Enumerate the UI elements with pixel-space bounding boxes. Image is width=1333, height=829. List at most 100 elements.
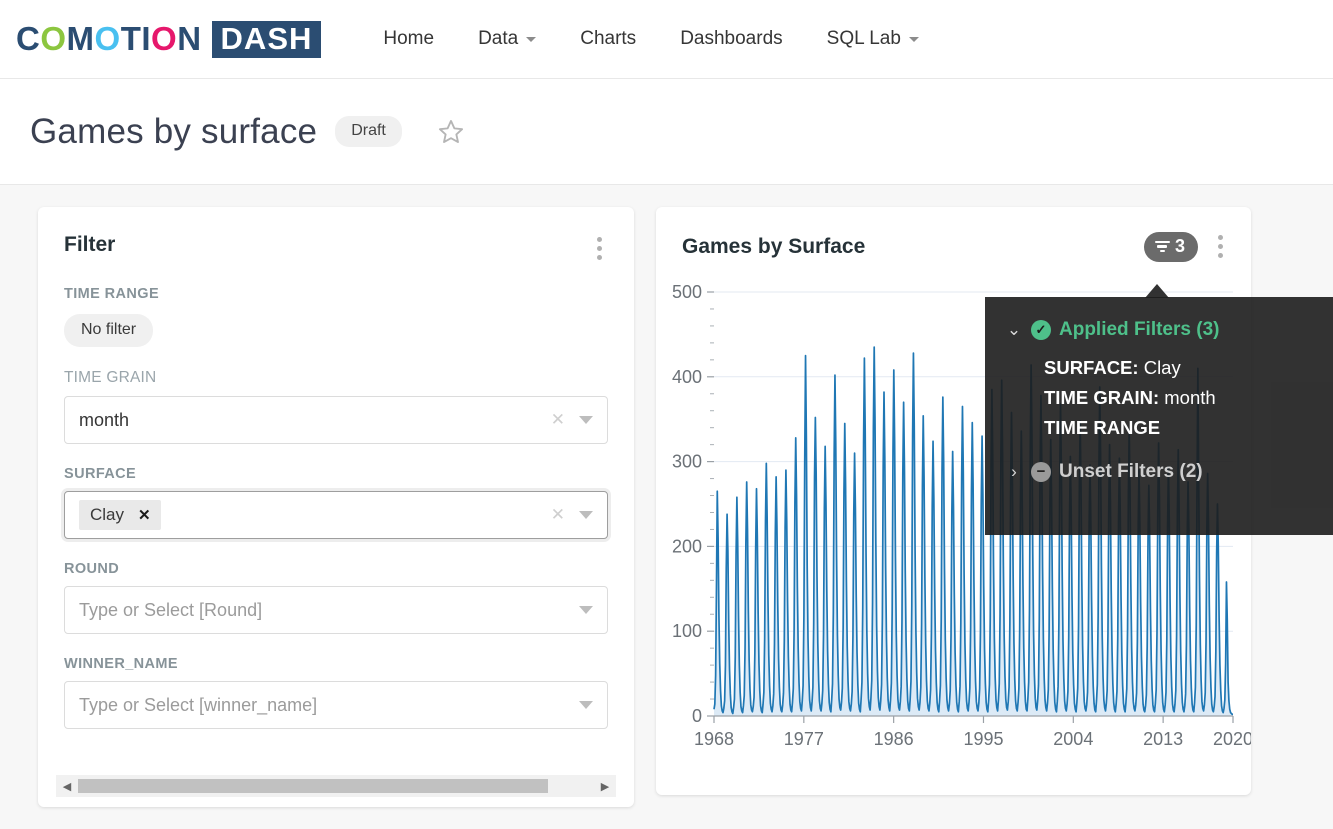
applied-filter-item: TIME RANGE (1044, 417, 1333, 439)
tooltip-arrow-icon (1145, 284, 1169, 298)
svg-text:200: 200 (672, 536, 702, 556)
nav-item-sql-lab[interactable]: SQL Lab (805, 20, 941, 58)
chevron-down-icon[interactable]: ⌄ (997, 320, 1031, 340)
nav-item-label: Home (383, 28, 435, 49)
surface-select[interactable]: Clay ✕ ✕ (64, 491, 608, 539)
top-navbar: COMOTION DASH Home Data Charts Dashboards SQ… (0, 0, 1333, 79)
remove-tag-icon[interactable]: ✕ (138, 506, 151, 524)
brand-letter-6: O (151, 20, 178, 57)
chevron-down-icon[interactable] (579, 511, 593, 519)
chart-panel-header: Games by Surface 3 (656, 207, 1251, 262)
unset-filters-row[interactable]: › − Unset Filters (2) (985, 461, 1333, 483)
time-grain-value: month (79, 409, 130, 430)
kebab-menu-icon[interactable] (591, 233, 608, 264)
applied-filter-item: TIME GRAIN: month (1044, 387, 1333, 409)
brand-letter-7: N (177, 20, 202, 57)
round-select[interactable]: Type or Select [Round] (64, 586, 608, 634)
field-winner-name: WINNER_NAME Type or Select [winner_name] (64, 656, 608, 729)
applied-filters-badge[interactable]: 3 (1143, 231, 1198, 262)
scroll-left-icon[interactable]: ◀ (56, 780, 78, 793)
brand-letter-2: M (66, 20, 95, 57)
time-range-label: TIME RANGE (64, 286, 160, 302)
svg-text:400: 400 (672, 367, 702, 387)
clear-icon[interactable]: ✕ (551, 505, 565, 525)
caret-down-icon (908, 36, 919, 42)
nav-item-dashboards[interactable]: Dashboards (658, 20, 804, 58)
brand-wordmark: COMOTION (16, 20, 202, 58)
nav-item-label: Dashboards (680, 28, 783, 49)
chart-title: Games by Surface (682, 234, 866, 258)
scrollbar-track[interactable] (78, 779, 594, 793)
field-time-grain: TIME GRAIN month ✕ (64, 369, 608, 444)
applied-filters-tooltip: ⌄ ✓ Applied Filters (3) SURFACE: Clay TIM… (985, 297, 1333, 535)
applied-filter-value: Clay (1138, 357, 1181, 378)
nav-item-label: SQL Lab (826, 28, 901, 49)
applied-filter-key: TIME RANGE (1044, 417, 1161, 438)
filter-panel-title: Filter (64, 233, 116, 256)
field-surface: SURFACE Clay ✕ ✕ (64, 466, 608, 539)
applied-filter-key: TIME GRAIN: (1044, 387, 1160, 408)
scroll-right-icon[interactable]: ▶ (594, 780, 616, 793)
status-badge: Draft (335, 116, 402, 147)
chevron-down-icon[interactable] (579, 701, 593, 709)
filter-panel-body: Filter TIME RANGE No filter TIME GRAIN m… (38, 207, 634, 767)
surface-label: SURFACE (64, 466, 137, 482)
nav-item-charts[interactable]: Charts (558, 20, 658, 58)
applied-filter-value: month (1159, 387, 1216, 408)
svg-text:1977: 1977 (784, 729, 824, 749)
surface-tag: Clay ✕ (79, 500, 161, 530)
chevron-down-icon[interactable] (579, 416, 593, 424)
nav-item-data[interactable]: Data (456, 20, 558, 58)
applied-filters-list: SURFACE: Clay TIME GRAIN: month TIME RANGE (985, 341, 1333, 439)
check-circle-icon: ✓ (1031, 320, 1051, 340)
winner-name-select[interactable]: Type or Select [winner_name] (64, 681, 608, 729)
svg-text:0: 0 (692, 706, 702, 726)
brand-letter-0: C (16, 20, 41, 57)
page-titlebar: Games by surface Draft (0, 79, 1333, 185)
scrollbar-thumb[interactable] (78, 779, 548, 793)
applied-filters-count: 3 (1174, 236, 1185, 256)
applied-filter-item: SURFACE: Clay (1044, 357, 1333, 379)
round-placeholder: Type or Select [Round] (79, 599, 263, 620)
time-range-value[interactable]: No filter (64, 314, 154, 347)
surface-tag-label: Clay (90, 505, 125, 524)
svg-text:2020: 2020 (1213, 729, 1251, 749)
star-icon[interactable] (437, 118, 465, 146)
time-grain-select[interactable]: month ✕ (64, 396, 608, 444)
winner-name-label: WINNER_NAME (64, 656, 178, 672)
svg-text:2004: 2004 (1053, 729, 1093, 749)
filter-panel-header: Filter (64, 233, 608, 264)
brand-letter-1: O (40, 20, 67, 57)
chart-header-actions: 3 (1143, 231, 1229, 262)
svg-text:100: 100 (672, 621, 702, 641)
unset-filters-label: Unset Filters (2) (1059, 461, 1203, 482)
applied-filters-row[interactable]: ⌄ ✓ Applied Filters (3) (985, 319, 1333, 341)
nav-items: Home Data Charts Dashboards SQL Lab (361, 20, 941, 58)
brand-letter-5: I (141, 20, 152, 57)
nav-item-label: Charts (580, 28, 637, 49)
field-time-range: TIME RANGE No filter (64, 286, 608, 347)
filter-panel: Filter TIME RANGE No filter TIME GRAIN m… (38, 207, 634, 807)
caret-down-icon (526, 36, 537, 42)
minus-circle-icon: − (1031, 462, 1051, 482)
time-grain-label: TIME GRAIN (64, 369, 157, 386)
svg-text:300: 300 (672, 452, 702, 472)
svg-text:1986: 1986 (874, 729, 914, 749)
horizontal-scrollbar[interactable]: ◀ ▶ (56, 775, 616, 797)
brand-letter-3: O (94, 20, 121, 57)
svg-text:1968: 1968 (694, 729, 734, 749)
filter-icon (1154, 240, 1170, 253)
page-title: Games by surface (30, 111, 318, 151)
chevron-right-icon[interactable]: › (997, 462, 1031, 482)
winner-name-placeholder: Type or Select [winner_name] (79, 694, 318, 715)
applied-filter-key: SURFACE: (1044, 357, 1139, 378)
brand-logo[interactable]: COMOTION DASH (16, 20, 322, 58)
brand-letter-4: T (120, 20, 142, 57)
clear-icon[interactable]: ✕ (551, 410, 565, 430)
svg-text:2013: 2013 (1143, 729, 1183, 749)
round-label: ROUND (64, 561, 120, 577)
svg-text:1995: 1995 (963, 729, 1003, 749)
chevron-down-icon[interactable] (579, 606, 593, 614)
kebab-menu-icon[interactable] (1212, 231, 1229, 262)
nav-item-home[interactable]: Home (361, 20, 456, 58)
